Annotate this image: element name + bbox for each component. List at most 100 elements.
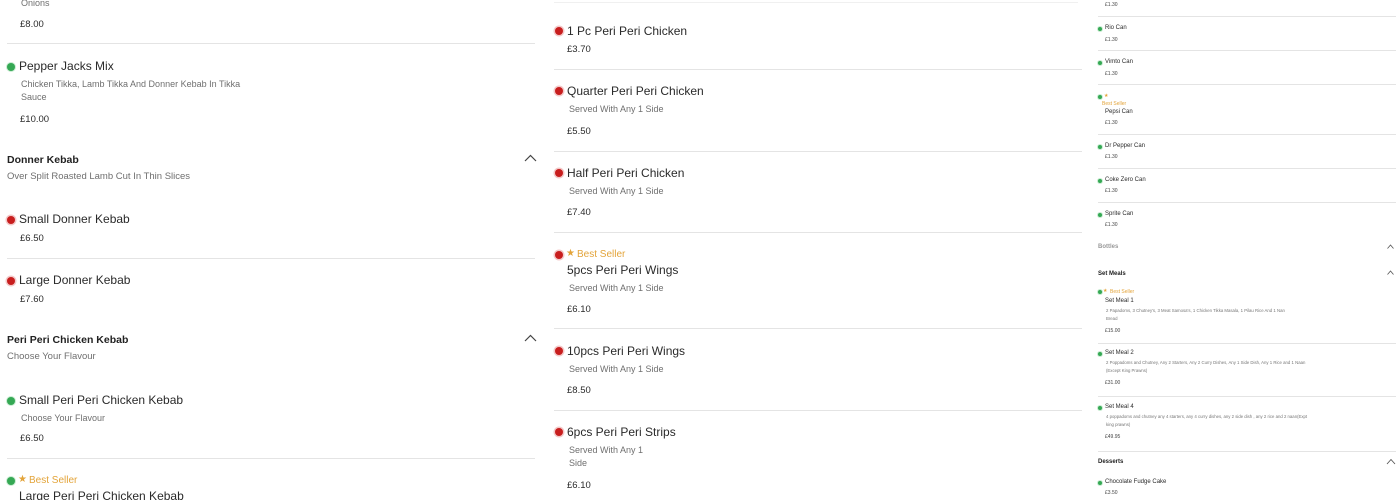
item-price: £7.60 (20, 294, 44, 305)
item-description-line: Sauce (21, 92, 47, 102)
veg-indicator-icon (1098, 481, 1102, 485)
veg-indicator-icon (1098, 179, 1102, 183)
item-name: Half Peri Peri Chicken (567, 166, 685, 180)
menu-item-pepper-jacks-mix[interactable]: Pepper Jacks Mix Chicken Tikka, Lamb Tik… (0, 58, 545, 128)
menu-item-5pcs-peri-peri-wings[interactable]: ★ Best Seller 5pcs Peri Peri Wings Serve… (548, 248, 1088, 318)
menu-column-middle: 1 Pc Peri Peri Chicken £3.70 Quarter Per… (548, 0, 1088, 500)
menu-item-chocolate-fudge-cake[interactable]: Chocolate Fudge Cake £3.50 (1094, 479, 1400, 499)
item-description-line: king prawns) (1106, 422, 1131, 427)
category-title: Desserts (1098, 459, 1124, 465)
divider (554, 410, 1082, 411)
divider (7, 258, 535, 259)
menu-item-pepsi-can[interactable]: ★ Best Seller Pepsi Can £1.30 (1094, 93, 1400, 127)
menu-item-set-meal-4[interactable]: Set Meal 4 4 poppadoms and chutney any 4… (1094, 404, 1400, 444)
item-name: Small Donner Kebab (19, 212, 130, 226)
menu-column-left: Onions £8.00 Pepper Jacks Mix Chicken Ti… (0, 0, 545, 500)
item-price: £1.30 (1105, 2, 1118, 8)
menu-item-quarter-peri-peri-chicken[interactable]: Quarter Peri Peri Chicken Served With An… (548, 84, 1088, 140)
category-subtitle: Choose Your Flavour (7, 351, 96, 362)
item-description: Served With Any 1 Side (569, 104, 664, 114)
item-price: £1.30 (1105, 120, 1118, 126)
menu-item-vimto-can[interactable]: Vimto Can £1.30 (1094, 59, 1400, 79)
menu-column-right: £1.30 Rio Can £1.30 Vimto Can £1.30 ★ Be… (1094, 0, 1400, 500)
item-price: £7.40 (567, 207, 591, 218)
item-name: Coke Zero Can (1105, 177, 1146, 183)
category-title: Peri Peri Chicken Kebab (7, 334, 129, 346)
divider (554, 69, 1082, 70)
menu-item-1-pc-peri-peri-chicken[interactable]: 1 Pc Peri Peri Chicken £3.70 (548, 24, 1088, 60)
item-price: £15.00 (1105, 328, 1121, 334)
non-veg-indicator-icon (7, 216, 15, 224)
star-icon: ★ (1103, 288, 1108, 294)
item-description: Served With Any 1 Side (569, 186, 664, 196)
chevron-up-icon[interactable] (524, 154, 537, 162)
menu-item-small-donner-kebab[interactable]: Small Donner Kebab £6.50 (0, 212, 545, 248)
item-price: £1.30 (1105, 37, 1118, 43)
divider (1098, 343, 1396, 344)
category-title: Donner Kebab (7, 154, 79, 166)
divider (1098, 50, 1396, 51)
item-description: Served With Any 1 Side (569, 283, 664, 293)
menu-item-6pcs-peri-peri-strips[interactable]: 6pcs Peri Peri Strips Served With Any 1 … (548, 425, 1088, 495)
non-veg-indicator-icon (555, 87, 563, 95)
item-description-line: (Except King Prawns) (1106, 368, 1148, 373)
item-description-line: 2 Poppadoms and Chutney, Any 2 Starters,… (1106, 360, 1306, 365)
menu-item-10pcs-peri-peri-wings[interactable]: 10pcs Peri Peri Wings Served With Any 1 … (548, 344, 1088, 400)
menu-item-rio-can[interactable]: Rio Can £1.30 (1094, 25, 1400, 45)
item-name: 10pcs Peri Peri Wings (567, 344, 686, 358)
menu-item-dr-pepper-can[interactable]: Dr Pepper Can £1.30 (1094, 143, 1400, 163)
item-price: £8.50 (567, 385, 591, 396)
menu-item-half-peri-peri-chicken[interactable]: Half Peri Peri Chicken Served With Any 1… (548, 166, 1088, 222)
item-name: Quarter Peri Peri Chicken (567, 84, 704, 98)
item-price: £1.30 (1105, 71, 1118, 77)
item-name: Set Meal 1 (1105, 298, 1134, 304)
menu-item-sprite-can[interactable]: Sprite Can £1.30 (1094, 211, 1400, 231)
item-description: Chicken Tikka, Lamb Tikka And Donner Keb… (21, 78, 261, 104)
item-description-line: Side (569, 458, 588, 468)
item-price: £6.10 (567, 480, 591, 491)
item-price: £1.30 (1105, 154, 1118, 160)
menu-item-large-peri-peri-chicken-kebab[interactable]: ★ Best Seller Large Peri Peri Chicken Ke… (0, 474, 545, 500)
item-price: £3.70 (567, 44, 591, 55)
category-header-peri-peri-chicken-kebab[interactable]: Peri Peri Chicken Kebab Choose Your Flav… (0, 332, 545, 366)
non-veg-indicator-icon (555, 251, 563, 259)
divider (1098, 451, 1396, 452)
non-veg-indicator-icon (555, 27, 563, 35)
item-name: Rio Can (1105, 25, 1127, 31)
item-price: £8.00 (20, 19, 44, 30)
category-header-set-meals[interactable]: Set Meals (1094, 269, 1400, 283)
item-price: £1.30 (1105, 188, 1118, 194)
item-description: Choose Your Flavour (21, 413, 106, 423)
chevron-up-icon[interactable] (1387, 244, 1394, 249)
item-name: 5pcs Peri Peri Wings (567, 263, 679, 277)
menu-item-small-peri-peri-chicken-kebab[interactable]: Small Peri Peri Chicken Kebab Choose You… (0, 392, 545, 448)
non-veg-indicator-icon (555, 169, 563, 177)
item-price: £1.30 (1105, 222, 1118, 228)
item-description-line: 4 poppadoms and chutney any 4 starters, … (1106, 414, 1308, 419)
menu-item-set-meal-1[interactable]: ★ Best Seller Set Meal 1 2 Papadoms, 3 C… (1094, 288, 1400, 338)
chevron-up-icon[interactable] (1386, 458, 1396, 465)
category-subtitle: Over Split Roasted Lamb Cut In Thin Slic… (7, 171, 191, 182)
menu-item-coke-zero-can[interactable]: Coke Zero Can £1.30 (1094, 177, 1400, 197)
category-header-bottles[interactable]: Bottles (1094, 242, 1400, 256)
menu-item-large-donner-kebab[interactable]: Large Donner Kebab £7.60 (0, 273, 545, 309)
item-price: £31.00 (1105, 380, 1121, 386)
item-description-line: 2 Papadoms, 3 Chutney's, 3 Meat Samosa's… (1106, 308, 1285, 313)
item-name: Pepper Jacks Mix (19, 59, 114, 73)
divider (1098, 202, 1396, 203)
item-name: 6pcs Peri Peri Strips (567, 425, 676, 439)
category-title: Bottles (1098, 244, 1119, 250)
item-description: Served With Any 1 Side (569, 364, 664, 374)
divider (1098, 168, 1396, 169)
item-price: £49.95 (1105, 434, 1121, 440)
category-header-desserts[interactable]: Desserts (1094, 458, 1400, 472)
chevron-up-icon[interactable] (524, 334, 537, 342)
item-price: £6.50 (20, 233, 44, 244)
item-description: Onions (21, 0, 50, 8)
menu-item-set-meal-2[interactable]: Set Meal 2 2 Poppadoms and Chutney, Any … (1094, 350, 1400, 390)
veg-indicator-icon (7, 397, 15, 405)
chevron-up-icon[interactable] (1387, 270, 1394, 275)
divider (554, 232, 1082, 233)
item-name: Chocolate Fudge Cake (1105, 479, 1167, 485)
category-header-donner-kebab[interactable]: Donner Kebab Over Split Roasted Lamb Cut… (0, 152, 545, 186)
